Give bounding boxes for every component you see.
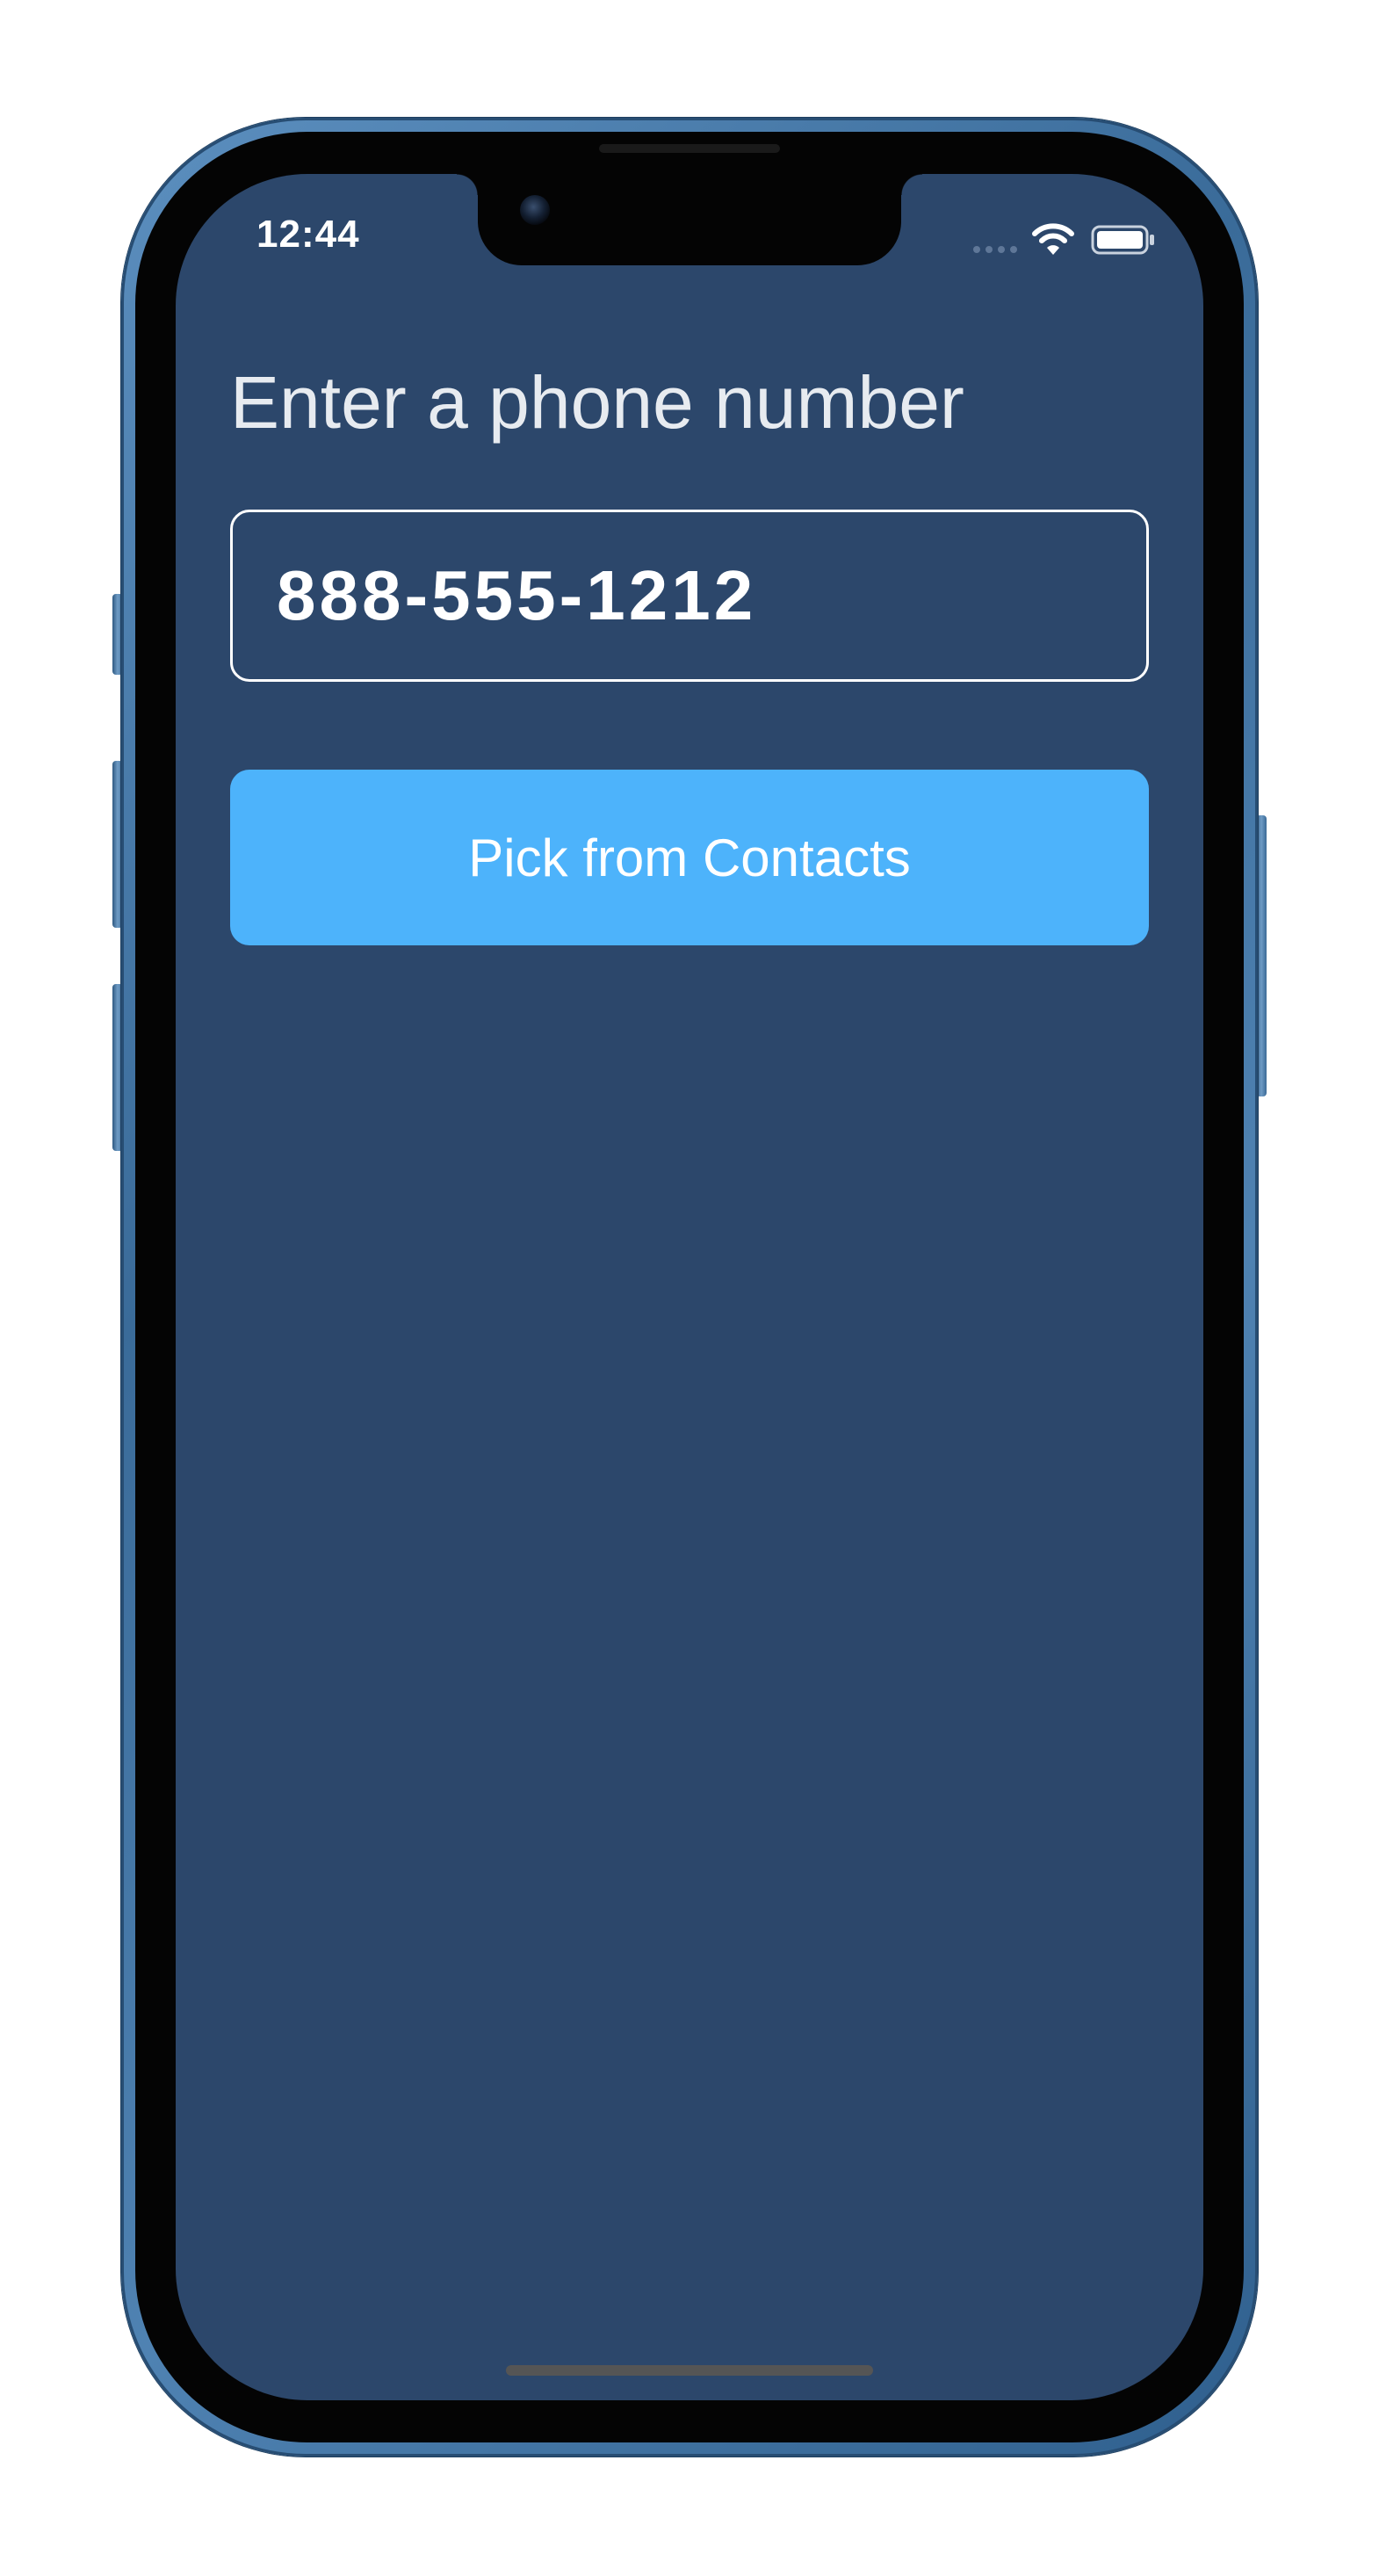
- device-mockup: 12:44 Enter a phone number Pick from Con…: [0, 0, 1379, 2576]
- phone-number-input[interactable]: [230, 510, 1149, 682]
- battery-icon: [1091, 225, 1154, 255]
- speaker-grille: [599, 144, 780, 153]
- app-screen: [176, 174, 1203, 2400]
- pick-from-contacts-button[interactable]: Pick from Contacts: [230, 770, 1149, 945]
- cellular-signal-icon: [973, 246, 1017, 253]
- wifi-icon: [1032, 223, 1074, 255]
- status-bar-time: 12:44: [256, 213, 360, 256]
- home-indicator[interactable]: [506, 2365, 873, 2376]
- page-title: Enter a phone number: [230, 361, 964, 444]
- front-camera: [520, 195, 550, 225]
